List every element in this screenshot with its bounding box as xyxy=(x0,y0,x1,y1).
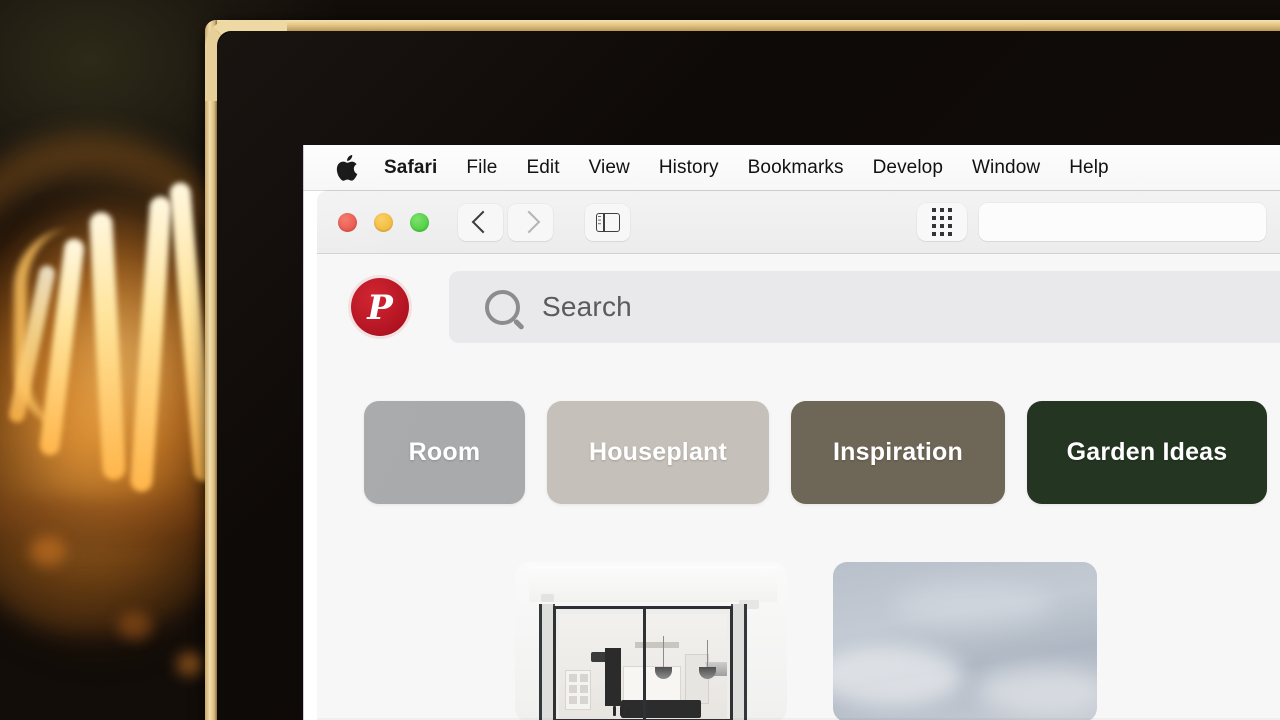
laptop-edge-left xyxy=(205,20,217,720)
search-icon xyxy=(485,289,520,325)
menu-item-file[interactable]: File xyxy=(466,157,497,179)
menu-item-view[interactable]: View xyxy=(589,157,630,179)
screenshot-stage: Safari File Edit View History Bookmarks … xyxy=(0,0,1280,720)
menu-item-edit[interactable]: Edit xyxy=(526,157,559,179)
address-bar[interactable] xyxy=(979,203,1266,241)
search-placeholder: Search xyxy=(542,291,632,322)
category-pill-garden-ideas[interactable]: Garden Ideas xyxy=(1027,401,1267,504)
menu-item-history[interactable]: History xyxy=(659,157,719,179)
room-door-mullion xyxy=(643,606,646,720)
room-door-leaf-right xyxy=(731,604,747,720)
category-pill-room[interactable]: Room xyxy=(364,401,525,504)
bokeh-light xyxy=(176,652,204,676)
bokeh-light xyxy=(30,536,66,566)
sky-cloud xyxy=(833,646,963,706)
bokeh-light xyxy=(118,612,152,640)
category-pill-inspiration[interactable]: Inspiration xyxy=(791,401,1005,504)
sidebar-toggle-icon xyxy=(595,212,620,232)
pin-card-interior-room[interactable] xyxy=(515,562,787,720)
close-button[interactable] xyxy=(338,212,357,232)
apple-logo-icon[interactable] xyxy=(336,154,358,181)
menu-item-help[interactable]: Help xyxy=(1069,157,1108,179)
category-pill-label: Room xyxy=(408,438,481,466)
category-pill-label: Garden Ideas xyxy=(1066,438,1228,466)
maximize-button[interactable] xyxy=(410,212,429,232)
safari-toolbar xyxy=(317,191,1280,254)
sky-cloud xyxy=(893,582,1053,626)
forward-button[interactable] xyxy=(508,203,553,241)
pinterest-header: P Search xyxy=(317,254,1280,360)
pin-grid xyxy=(317,562,1280,720)
room-kitchen-fridge xyxy=(685,654,709,704)
navigation-buttons xyxy=(458,203,553,241)
menu-item-safari[interactable]: Safari xyxy=(384,157,437,179)
macos-menu-bar: Safari File Edit View History Bookmarks … xyxy=(303,145,1280,191)
room-kitchen-cabinet xyxy=(623,666,681,704)
sidebar-toggle-button[interactable] xyxy=(585,203,630,241)
window-controls xyxy=(338,212,429,232)
safari-window: P Search Room Houseplant Inspiration Gar… xyxy=(317,191,1280,720)
menu-item-develop[interactable]: Develop xyxy=(873,157,943,179)
category-pill-label: Houseplant xyxy=(588,438,728,466)
grid-dots-icon xyxy=(932,208,952,236)
search-input[interactable]: Search xyxy=(449,271,1280,343)
category-pill-row: Room Houseplant Inspiration Garden Ideas xyxy=(317,401,1280,504)
category-pill-label: Inspiration xyxy=(833,438,963,466)
room-pendant-light xyxy=(699,640,716,679)
pinterest-logo-letter: P xyxy=(367,288,393,328)
sky-cloud xyxy=(977,666,1097,714)
room-kitchen-island xyxy=(621,700,701,718)
screen-left-edge xyxy=(303,145,304,720)
room-ceiling-fixture xyxy=(541,594,554,602)
room-kitchen-shelf xyxy=(635,642,679,648)
minimize-button[interactable] xyxy=(374,212,393,232)
room-ceiling xyxy=(529,566,777,602)
room-countertop-bottles xyxy=(613,706,616,716)
laptop-edge-top xyxy=(205,20,1280,31)
category-pill-houseplant[interactable]: Houseplant xyxy=(547,401,769,504)
menu-item-bookmarks[interactable]: Bookmarks xyxy=(748,157,844,179)
room-wall-art xyxy=(565,670,591,710)
pinterest-page: P Search Room Houseplant Inspiration Gar… xyxy=(317,254,1280,720)
back-button[interactable] xyxy=(458,203,503,241)
pin-card-sky[interactable] xyxy=(833,562,1097,720)
menu-item-window[interactable]: Window xyxy=(972,157,1040,179)
chevron-right-icon xyxy=(517,210,540,234)
tab-overview-button[interactable] xyxy=(917,203,967,241)
room-pendant-light xyxy=(655,636,672,679)
room-doorway xyxy=(605,648,621,706)
chevron-left-icon xyxy=(471,210,494,234)
pinterest-logo-icon[interactable]: P xyxy=(351,278,409,336)
laptop-screen: Safari File Edit View History Bookmarks … xyxy=(303,145,1280,720)
